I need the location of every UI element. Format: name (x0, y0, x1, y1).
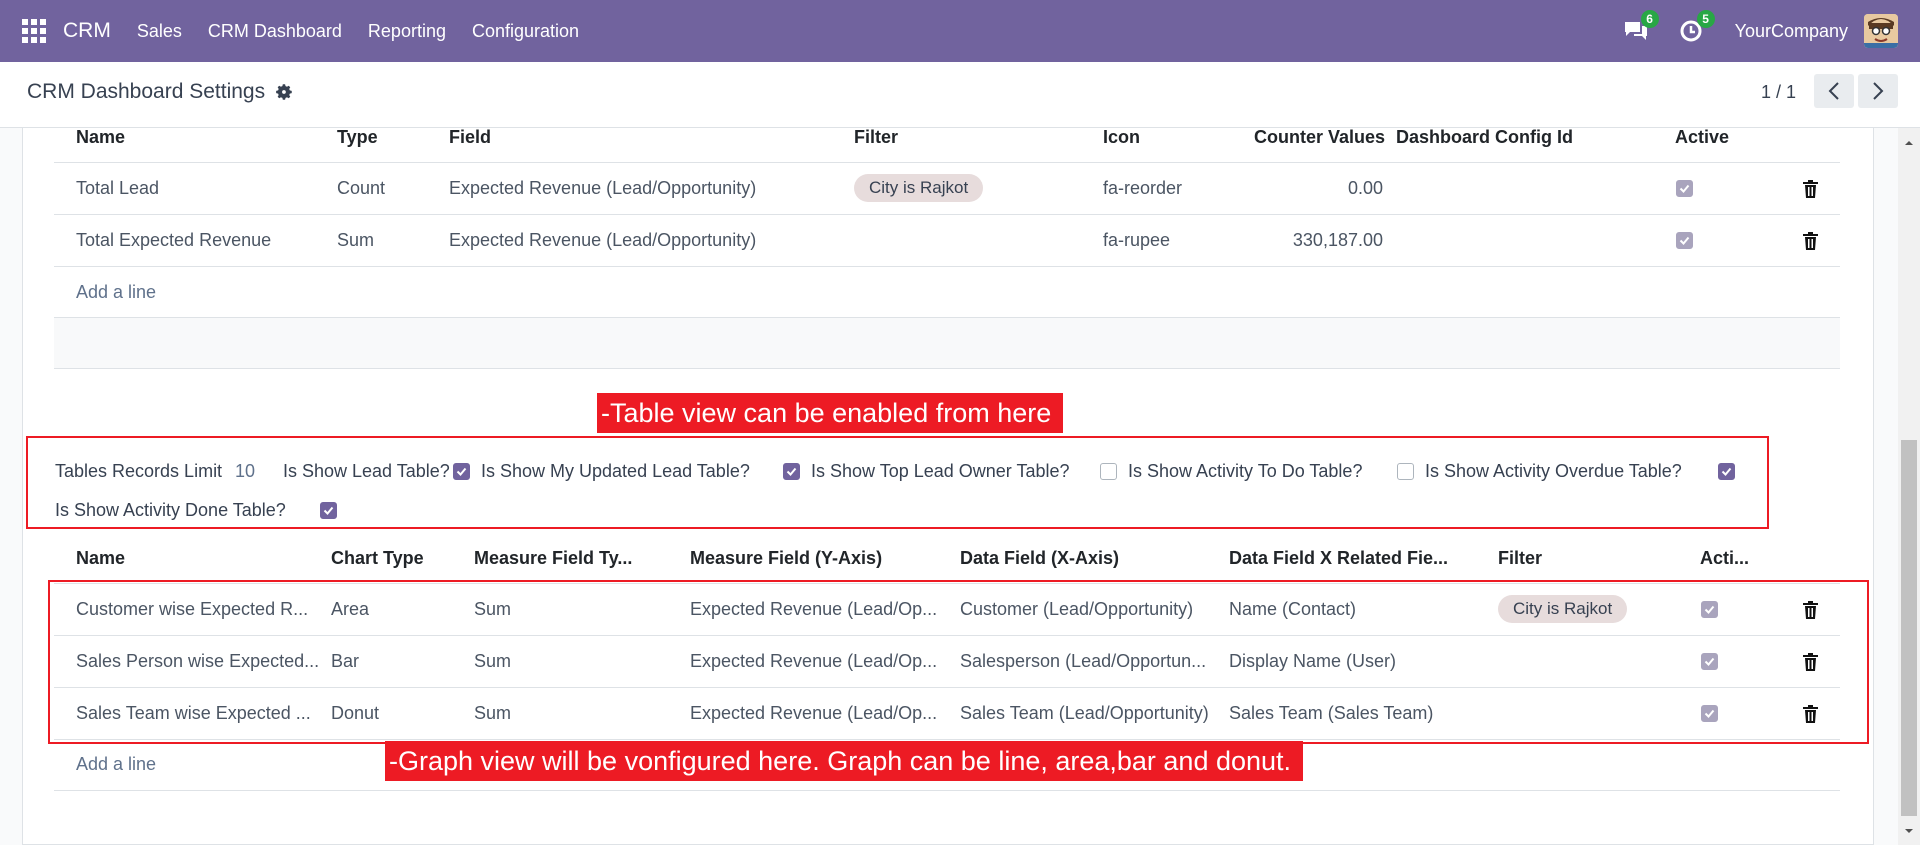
chevron-left-icon (1828, 82, 1839, 100)
col-active[interactable]: Acti... (1700, 548, 1749, 569)
pager-next-button[interactable] (1858, 74, 1898, 108)
row-field[interactable]: Expected Revenue (Lead/Opportunity) (449, 230, 756, 251)
divider (54, 162, 1840, 163)
table-view-note: -Table view can be enabled from here (597, 393, 1064, 433)
trash-icon[interactable] (1803, 232, 1818, 250)
col-data-field[interactable]: Data Field (X-Axis) (960, 548, 1119, 569)
col-filter[interactable]: Filter (1498, 548, 1542, 569)
top-navbar: CRM Sales CRM Dashboard Reporting Config… (0, 0, 1920, 62)
active-checkbox[interactable] (1676, 232, 1693, 249)
col-filter[interactable]: Filter (854, 127, 898, 148)
row-counter-value[interactable]: 330,187.00 (1293, 230, 1383, 251)
row-type[interactable]: Count (337, 178, 385, 199)
messages-button[interactable]: 6 (1623, 10, 1659, 46)
control-panel: CRM Dashboard Settings 1 / 1 (0, 62, 1920, 128)
col-icon[interactable]: Icon (1103, 127, 1140, 148)
active-checkbox[interactable] (1676, 180, 1693, 197)
col-counter-values[interactable]: Counter Values (1254, 127, 1385, 148)
trash-icon[interactable] (1803, 180, 1818, 198)
row-name[interactable]: Total Expected Revenue (76, 230, 271, 251)
menu-configuration[interactable]: Configuration (472, 21, 579, 42)
divider (54, 214, 1840, 215)
col-measure-field[interactable]: Measure Field (Y-Axis) (690, 548, 882, 569)
pager-value[interactable]: 1 / 1 (1761, 82, 1796, 103)
col-chart-type[interactable]: Chart Type (331, 548, 424, 569)
add-line-link[interactable]: Add a line (76, 754, 156, 775)
col-type[interactable]: Type (337, 127, 378, 148)
col-active[interactable]: Active (1675, 127, 1729, 148)
add-line-link[interactable]: Add a line (76, 282, 156, 303)
app-menu-icon[interactable] (22, 19, 46, 43)
menu-reporting[interactable]: Reporting (368, 21, 446, 42)
col-dashboard-config-id[interactable]: Dashboard Config Id (1396, 127, 1573, 148)
page-title: CRM Dashboard Settings (27, 80, 266, 103)
filter-tag[interactable]: City is Rajkot (854, 174, 984, 202)
col-name[interactable]: Name (76, 127, 125, 148)
row-name[interactable]: Total Lead (76, 178, 159, 199)
scroll-up-icon[interactable] (1904, 138, 1914, 148)
chevron-right-icon (1873, 82, 1884, 100)
row-counter-value[interactable]: 0.00 (1348, 178, 1383, 199)
messages-badge: 6 (1640, 10, 1659, 28)
col-name[interactable]: Name (76, 548, 125, 569)
table-footer (54, 318, 1840, 368)
scroll-down-icon[interactable] (1904, 826, 1914, 836)
row-field[interactable]: Expected Revenue (Lead/Opportunity) (449, 178, 756, 199)
col-measure-field-type[interactable]: Measure Field Ty... (474, 548, 632, 569)
activities-button[interactable]: 5 (1679, 10, 1715, 46)
row-icon[interactable]: fa-reorder (1103, 178, 1182, 199)
app-brand[interactable]: CRM (63, 19, 111, 43)
user-avatar[interactable] (1864, 14, 1898, 48)
scrollbar-thumb[interactable] (1901, 440, 1917, 816)
graph-view-note: -Graph view will be vonfigured here. Gra… (385, 741, 1304, 781)
divider (54, 368, 1840, 369)
table-settings-highlight (26, 436, 1769, 529)
col-field[interactable]: Field (449, 127, 491, 148)
pager-previous-button[interactable] (1814, 74, 1854, 108)
chart-table-highlight (48, 580, 1869, 744)
company-switcher[interactable]: YourCompany (1735, 21, 1848, 42)
row-type[interactable]: Sum (337, 230, 374, 251)
row-icon[interactable]: fa-rupee (1103, 230, 1170, 251)
gear-icon[interactable] (276, 83, 294, 101)
activities-badge: 5 (1696, 10, 1715, 28)
menu-sales[interactable]: Sales (137, 21, 182, 42)
breadcrumb: CRM Dashboard Settings (27, 80, 294, 104)
divider (54, 266, 1840, 267)
col-data-field-related[interactable]: Data Field X Related Fie... (1229, 548, 1448, 569)
menu-crm-dashboard[interactable]: CRM Dashboard (208, 21, 342, 42)
divider (54, 790, 1840, 791)
